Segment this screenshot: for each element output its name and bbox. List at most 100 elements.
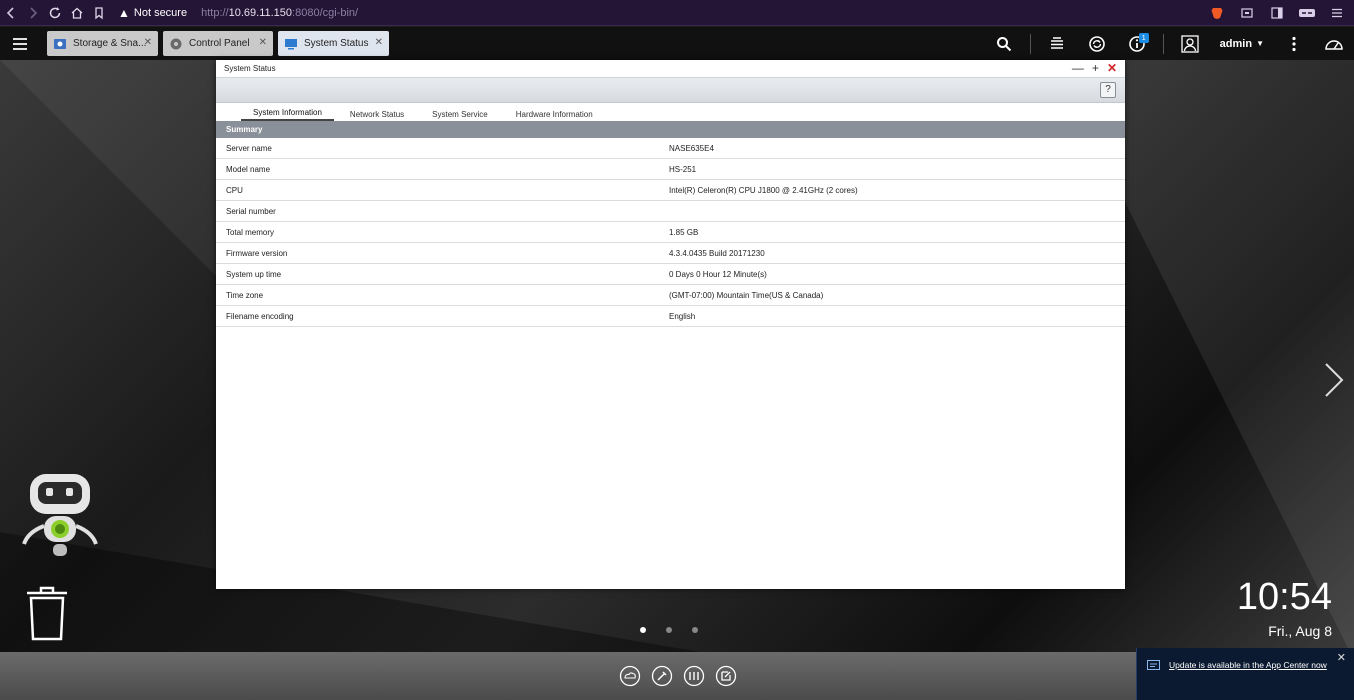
storage-icon <box>54 38 66 49</box>
user-avatar-button[interactable] <box>1174 27 1206 60</box>
topbar-actions: 1 admin ▼ <box>984 27 1354 60</box>
forward-button[interactable] <box>22 2 44 24</box>
user-icon <box>1181 34 1199 53</box>
divider <box>1162 33 1164 54</box>
stack-icon <box>1050 36 1063 49</box>
user-menu[interactable]: admin ▼ <box>1220 38 1264 50</box>
more-options-button[interactable] <box>1278 27 1310 60</box>
minimize-icon[interactable]: — <box>1072 62 1084 74</box>
notifications-button[interactable]: 1 <box>1121 27 1153 60</box>
main-menu-button[interactable] <box>0 27 40 60</box>
qts-topbar: Storage & Sna... ✕ Control Panel ✕ Syste… <box>0 27 1354 60</box>
close-icon[interactable]: ✕ <box>259 37 267 48</box>
table-row: Total memory 1.85 GB <box>216 222 1125 243</box>
url-path: :8080/cgi-bin/ <box>292 6 359 19</box>
url-scheme: http:// <box>201 6 229 19</box>
security-label: Not secure <box>133 6 188 19</box>
close-icon[interactable]: ✕ <box>1337 651 1346 664</box>
row-value: 1.85 GB <box>669 227 699 237</box>
row-value: English <box>669 311 696 321</box>
row-value: HS-251 <box>669 164 697 174</box>
row-value: NASE635E4 <box>669 143 714 153</box>
dashboard-button[interactable] <box>1318 27 1350 60</box>
close-icon[interactable]: ✕ <box>1107 62 1117 74</box>
background-tasks-button[interactable] <box>1041 27 1073 60</box>
info-table: Server name NASE635E4 Model name HS-251 CP… <box>216 138 1125 327</box>
search-button[interactable] <box>988 27 1020 60</box>
table-row: Serial number <box>216 201 1125 222</box>
maximize-icon[interactable]: + <box>1092 62 1099 74</box>
wallet-icon <box>1241 8 1253 18</box>
tab-storage[interactable]: Storage & Sna... ✕ <box>47 31 158 56</box>
pager-dot[interactable] <box>640 627 646 633</box>
menu-icon <box>1332 8 1342 18</box>
home-button[interactable] <box>66 2 88 24</box>
trash-icon[interactable] <box>24 585 70 641</box>
sync-icon <box>1088 35 1105 52</box>
help-button[interactable]: ? <box>1100 82 1116 98</box>
divider <box>1029 33 1031 54</box>
close-icon[interactable]: ✕ <box>375 37 383 48</box>
window-title: System Status <box>224 64 276 73</box>
brave-lion-icon <box>1211 8 1223 19</box>
table-row: Model name HS-251 <box>216 159 1125 180</box>
pager-dot[interactable] <box>666 627 672 633</box>
tab-system-information[interactable]: System Information <box>241 108 334 121</box>
row-key: Time zone <box>226 290 264 300</box>
message-icon <box>1147 660 1160 670</box>
wallet-button[interactable] <box>1236 2 1258 24</box>
notification-link[interactable]: Update is available in the App Center no… <box>1169 660 1329 671</box>
system-status-window: System Status — + ✕ ? System Information… <box>216 60 1125 589</box>
row-key: System up time <box>226 269 282 279</box>
edit-icon[interactable] <box>715 665 737 687</box>
row-key: Server name <box>226 143 272 153</box>
tab-system-service[interactable]: System Service <box>420 110 500 121</box>
row-key: Filename encoding <box>226 311 294 321</box>
reload-button[interactable] <box>44 2 66 24</box>
table-row: Filename encoding English <box>216 306 1125 327</box>
back-arrow-icon <box>6 6 14 19</box>
brave-shield-button[interactable] <box>1206 2 1228 24</box>
tab-system-status[interactable]: System Status ✕ <box>278 31 389 56</box>
next-desktop-arrow-icon[interactable] <box>1322 360 1346 400</box>
sidebar-toggle-button[interactable] <box>1266 2 1288 24</box>
table-row: Server name NASE635E4 <box>216 138 1125 159</box>
home-icon <box>71 7 83 19</box>
tab-label: Storage & Sna... <box>73 38 147 49</box>
row-key: Model name <box>226 164 271 174</box>
search-icon <box>996 36 1011 51</box>
table-row: CPU Intel(R) Celeron(R) CPU J1800 @ 2.41G… <box>216 180 1125 201</box>
tools-icon[interactable] <box>651 665 673 687</box>
row-key: CPU <box>226 185 243 195</box>
forward-arrow-icon <box>30 6 38 19</box>
cloud-icon[interactable] <box>619 665 641 687</box>
tab-network-status[interactable]: Network Status <box>338 110 416 121</box>
row-value: 0 Days 0 Hour 12 Minute(s) <box>669 269 767 279</box>
table-row: Time zone (GMT-07:00) Mountain Time(US & … <box>216 285 1125 306</box>
row-key: Serial number <box>226 206 276 216</box>
row-value: Intel(R) Celeron(R) CPU J1800 @ 2.41GHz … <box>669 185 858 195</box>
hamburger-icon <box>13 37 27 50</box>
bookmark-button[interactable] <box>88 2 110 24</box>
tab-control-panel[interactable]: Control Panel ✕ <box>163 31 273 56</box>
username: admin <box>1219 37 1253 50</box>
window-tabs: System Information Network Status System… <box>216 103 1125 121</box>
close-icon[interactable]: ✕ <box>144 37 152 48</box>
url-text: http://10.69.11.150:8080/cgi-bin/ <box>201 7 358 19</box>
address-bar[interactable]: ▲ Not secure http://10.69.11.150:8080/cg… <box>118 6 358 20</box>
back-button[interactable] <box>0 2 22 24</box>
external-devices-button[interactable] <box>1081 27 1113 60</box>
qboost-robot-icon[interactable] <box>20 472 100 562</box>
tab-label: System Status <box>304 38 369 49</box>
desktop-date: Fri., Aug 8 <box>1268 623 1332 639</box>
browser-menu-button[interactable] <box>1326 2 1348 24</box>
window-titlebar[interactable]: System Status — + ✕ <box>216 60 1125 77</box>
book-icon[interactable] <box>683 665 705 687</box>
section-header: Summary <box>216 121 1125 138</box>
vpn-button[interactable] <box>1296 2 1318 24</box>
notification-badge: 1 <box>1138 33 1149 43</box>
window-toolbar: ? <box>216 77 1125 103</box>
desktop-clock: 10:54 <box>1236 576 1332 618</box>
pager-dot[interactable] <box>692 627 698 633</box>
tab-hardware-information[interactable]: Hardware Information <box>504 110 605 121</box>
